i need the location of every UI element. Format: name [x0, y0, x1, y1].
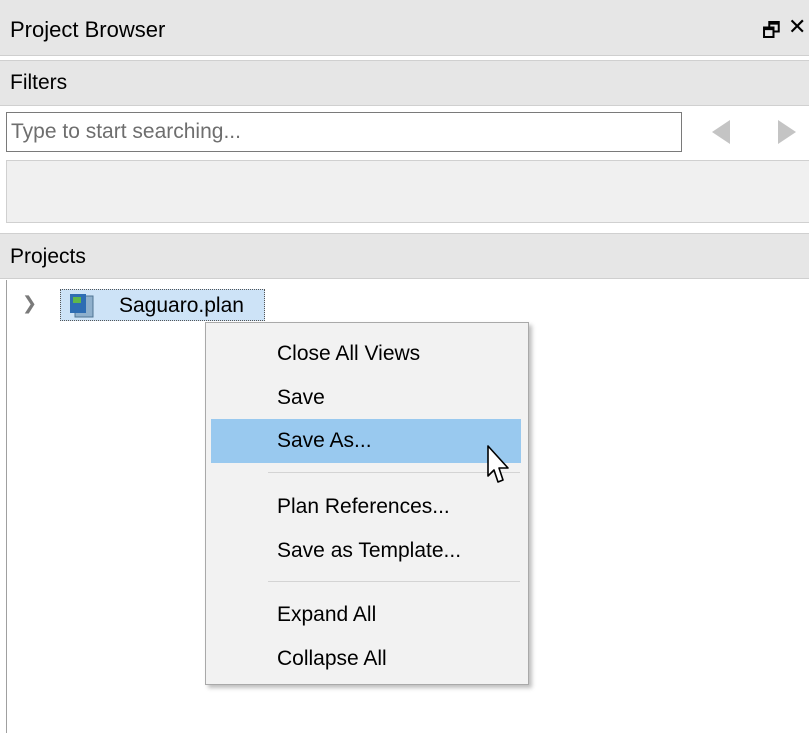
close-icon[interactable]: ✕	[788, 14, 806, 40]
context-menu: Close All Views Save Save As... Plan Ref…	[205, 322, 529, 685]
next-button[interactable]	[768, 112, 808, 152]
triangle-right-icon	[778, 120, 796, 144]
menu-item-expand-all[interactable]: Expand All	[211, 593, 521, 637]
menu-item-save[interactable]: Save	[211, 376, 521, 420]
menu-item-close-all-views[interactable]: Close All Views	[211, 332, 521, 376]
plan-file-icon	[70, 294, 94, 318]
menu-item-save-as-template[interactable]: Save as Template...	[211, 529, 521, 573]
menu-separator	[268, 472, 520, 473]
filters-header[interactable]: Filters	[0, 60, 809, 106]
previous-button[interactable]	[700, 112, 740, 152]
menu-separator	[268, 581, 520, 582]
menu-item-save-as[interactable]: Save As...	[211, 419, 521, 463]
tree-item-project[interactable]: Saguaro.plan	[60, 289, 265, 321]
panel-titlebar: Project Browser 🗗 ✕	[0, 0, 809, 56]
projects-header[interactable]: Projects	[0, 233, 809, 279]
filters-label: Filters	[10, 71, 68, 94]
menu-item-plan-references[interactable]: Plan References...	[211, 485, 521, 529]
chevron-right-icon[interactable]: ❯	[22, 293, 37, 314]
menu-item-collapse-all[interactable]: Collapse All	[211, 637, 521, 681]
project-label: Saguaro.plan	[119, 294, 244, 317]
projects-label: Projects	[10, 245, 86, 268]
restore-window-icon[interactable]: 🗗	[762, 16, 781, 50]
filter-area	[6, 160, 809, 223]
panel-title: Project Browser	[10, 17, 166, 42]
search-input[interactable]	[6, 112, 682, 152]
triangle-left-icon	[712, 120, 730, 144]
